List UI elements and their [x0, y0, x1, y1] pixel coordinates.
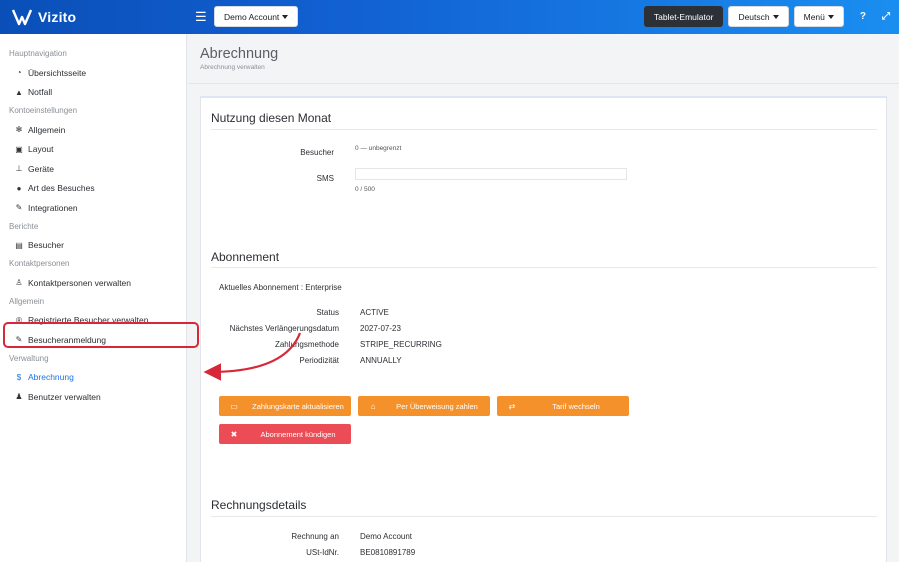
sidebar-item-label: Allgemein — [28, 124, 66, 135]
credit-card-icon: ▭ — [230, 401, 238, 411]
sidebar-section-title: Hauptnavigation — [9, 49, 67, 58]
cancel-subscription-label: Abonnement kündigen — [260, 429, 336, 439]
sidebar-section-title: Kontoeinstellungen — [9, 106, 78, 115]
tablet-emulator-button[interactable]: Tablet-Emulator — [643, 6, 724, 27]
visitors-value: 0 — unbegrenzt — [355, 145, 402, 152]
update-card-label: Zahlungskarte aktualisieren — [252, 401, 344, 411]
sidebar-item-overview[interactable]: ◔ Übersichtsseite — [0, 63, 186, 83]
plug-icon: ✎ — [15, 203, 23, 213]
divider — [211, 516, 877, 517]
exchange-icon: ⇄ — [508, 401, 516, 411]
sidebar-item-label: Kontaktpersonen verwalten — [28, 277, 132, 288]
bank-transfer-label: Per Überweisung zahlen — [396, 401, 478, 411]
gauge-icon: ◔ — [16, 68, 22, 78]
sidebar-item-visitors[interactable]: ▤ Besucher — [0, 236, 186, 256]
sidebar-item-label: Notfall — [28, 87, 53, 98]
cancel-subscription-button[interactable]: ✖ Abonnement kündigen — [219, 424, 351, 444]
sidebar-item-label: Geräte — [28, 163, 54, 174]
tablet-emulator-label: Tablet-Emulator — [653, 11, 714, 22]
renewal-date-value: 2027-07-23 — [360, 324, 401, 333]
sidebar-item-label: Art des Besuches — [28, 183, 95, 194]
user-cog-icon: ♟ — [15, 392, 23, 402]
billing-card: Nutzung diesen Monat Besucher 0 — unbegr… — [200, 96, 887, 562]
sidebar-item-label: Integrationen — [28, 202, 78, 213]
sidebar-item-label: Layout — [28, 144, 54, 155]
page-title: Abrechnung — [200, 46, 279, 62]
sms-progress-bar — [355, 168, 627, 180]
sidebar-item-contacts[interactable]: ♙ Kontaktpersonen verwalten — [0, 273, 186, 293]
highlight-annotation — [3, 322, 199, 348]
invoice-to-label: Rechnung an — [291, 532, 339, 541]
close-icon: ✖ — [230, 429, 238, 439]
sitemap-icon: ⊥ — [15, 164, 23, 174]
invoice-section-title: Rechnungsdetails — [211, 498, 307, 512]
person-icon: ♙ — [15, 278, 23, 288]
expand-icon[interactable]: ⤢ — [882, 11, 890, 22]
payment-method-label: Zahlungsmethode — [274, 340, 339, 349]
sms-value: 0 / 500 — [355, 186, 375, 193]
dollar-icon: $ — [16, 372, 22, 382]
sidebar-item-label: Übersichtsseite — [28, 67, 87, 78]
vizito-logo-icon — [12, 9, 32, 26]
sidebar-section-title: Kontaktpersonen — [9, 259, 70, 268]
language-dropdown-button[interactable]: Deutsch — [728, 6, 789, 27]
sidebar-item-layout[interactable]: ▣ Layout — [0, 140, 186, 160]
change-plan-button[interactable]: ⇄ Tarif wechseln — [497, 396, 629, 416]
periodicity-label: Periodizität — [299, 356, 339, 365]
divider — [211, 129, 877, 130]
sidebar-item-label: Benutzer verwalten — [28, 391, 101, 402]
page-header: Abrechnung Abrechnung verwalten — [188, 34, 899, 84]
chevron-down-icon — [827, 14, 834, 19]
help-icon[interactable]: ? — [860, 11, 866, 22]
chevron-down-icon — [282, 14, 289, 19]
menu-dropdown-button[interactable]: Menü — [793, 6, 844, 27]
sidebar-item-integrations[interactable]: ✎ Integrationen — [0, 198, 186, 218]
vat-id-label: USt-IdNr. — [306, 548, 339, 557]
sms-label: SMS — [316, 174, 334, 183]
sidebar-section-title: Berichte — [9, 221, 39, 231]
sidebar: Hauptnavigation ◔ Übersichtsseite ▲ Notfal… — [0, 34, 187, 562]
visitors-label: Besucher — [300, 148, 334, 157]
page-subtitle: Abrechnung verwalten — [200, 64, 265, 71]
warning-icon: ▲ — [15, 87, 23, 97]
hamburger-menu-icon[interactable]: ☰ — [195, 9, 209, 25]
usage-section-title: Nutzung diesen Monat — [211, 111, 332, 125]
status-value: ACTIVE — [360, 308, 389, 317]
change-plan-label: Tarif wechseln — [552, 401, 600, 411]
sidebar-item-emergency[interactable]: ▲ Notfall — [0, 83, 186, 103]
bank-icon: ⌂ — [370, 401, 376, 411]
sidebar-item-devices[interactable]: ⊥ Geräte — [0, 159, 186, 179]
divider — [211, 267, 877, 268]
renewal-date-label: Nächstes Verlängerungsdatum — [229, 324, 339, 333]
brand-logo[interactable]: Vizito — [12, 8, 187, 26]
vat-id-value: BE0810891789 — [360, 548, 416, 557]
subscription-section-title: Abonnement — [211, 250, 280, 264]
sidebar-item-label: Abrechnung — [28, 372, 74, 383]
language-label: Deutsch — [738, 11, 770, 22]
brand-name: Vizito — [38, 9, 77, 25]
gear-icon: ✻ — [15, 125, 23, 135]
status-label: Status — [316, 308, 339, 317]
sidebar-item-general[interactable]: ✻ Allgemein — [0, 120, 186, 140]
payment-method-value: STRIPE_RECURRING — [360, 340, 442, 349]
chevron-down-icon — [772, 14, 779, 19]
menu-label: Menü — [803, 11, 825, 22]
account-dropdown-button[interactable]: Demo Account — [214, 6, 299, 27]
sidebar-item-billing[interactable]: $ Abrechnung — [0, 368, 186, 388]
sidebar-section-title: Verwaltung — [9, 353, 49, 363]
update-card-button[interactable]: ▭ Zahlungskarte aktualisieren — [219, 396, 351, 416]
sidebar-section-title: Allgemein — [9, 296, 45, 306]
sidebar-item-visit-types[interactable]: ● Art des Besuches — [0, 179, 186, 199]
invoice-to-value: Demo Account — [360, 532, 413, 541]
account-dropdown-label: Demo Account — [224, 11, 280, 22]
top-bar: Vizito ☰ Demo Account Tablet-Emulator De… — [0, 0, 899, 34]
book-icon: ▤ — [15, 240, 23, 250]
users-icon: ● — [16, 183, 22, 193]
bank-transfer-button[interactable]: ⌂ Per Überweisung zahlen — [358, 396, 490, 416]
current-subscription: Aktuelles Abonnement : Enterprise — [219, 283, 342, 292]
sidebar-item-label: Besucher — [28, 240, 64, 251]
image-icon: ▣ — [15, 144, 23, 154]
sidebar-item-manage-users[interactable]: ♟ Benutzer verwalten — [0, 387, 186, 407]
periodicity-value: ANNUALLY — [360, 356, 402, 365]
